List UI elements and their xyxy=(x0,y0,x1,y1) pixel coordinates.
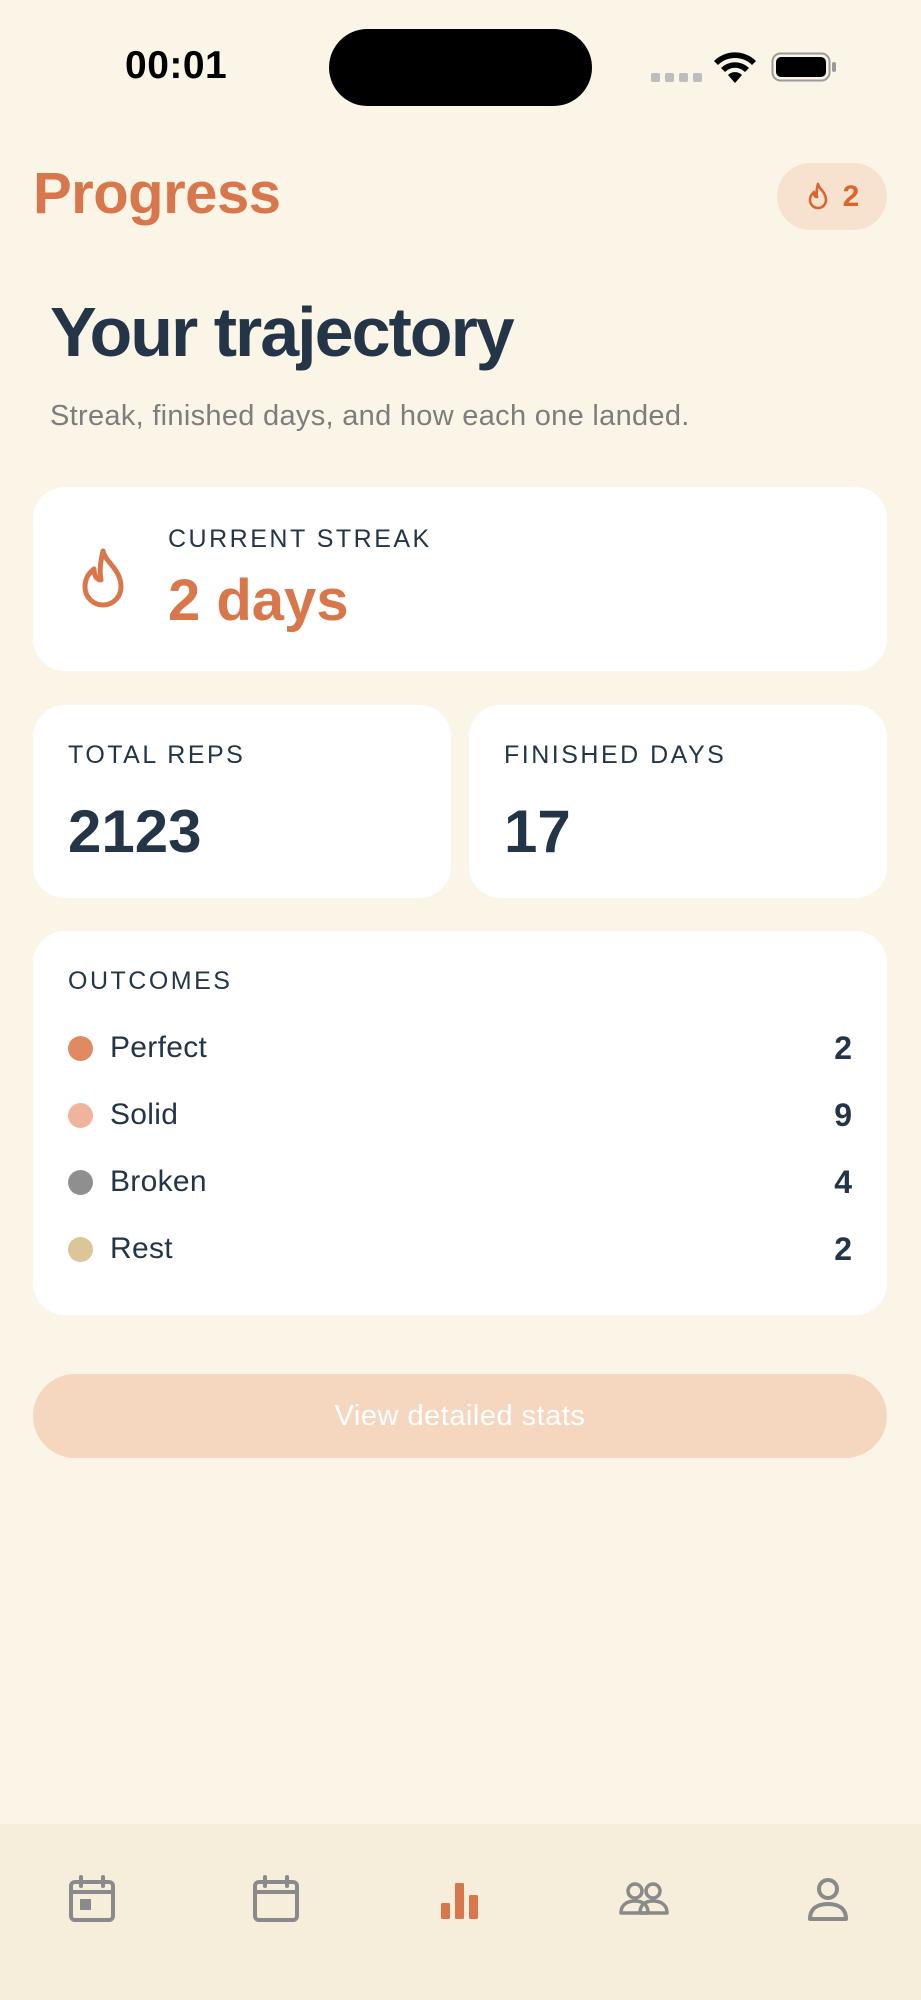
tab-community[interactable] xyxy=(599,1854,689,1944)
status-bar: 00:01 xyxy=(0,0,921,140)
outcome-count: 2 xyxy=(834,1230,852,1267)
bar-chart-icon xyxy=(441,1883,478,1919)
streak-chip-count: 2 xyxy=(842,179,860,213)
hero-title: Your trajectory xyxy=(50,293,515,371)
tab-bar xyxy=(0,1824,921,2000)
hero-subtitle: Streak, finished days, and how each one … xyxy=(50,400,690,432)
tab-profile[interactable] xyxy=(783,1854,873,1944)
current-streak-label: CURRENT STREAK xyxy=(168,525,432,553)
calendar-day-icon xyxy=(69,1875,115,1922)
outcome-count: 2 xyxy=(834,1029,852,1066)
outcome-dot-broken xyxy=(68,1169,93,1195)
total-reps-value: 2123 xyxy=(68,798,202,865)
outcomes-card: OUTCOMES Perfect 2 Solid 9 Broken 4 Rest… xyxy=(33,931,887,1315)
total-reps-card: TOTAL REPS 2123 xyxy=(33,705,451,898)
view-detailed-stats-button[interactable]: View detailed stats xyxy=(33,1374,887,1458)
outcome-dot-solid xyxy=(68,1102,93,1128)
tab-today[interactable] xyxy=(47,1854,137,1944)
person-icon xyxy=(808,1878,848,1921)
finished-days-value: 17 xyxy=(504,798,571,865)
outcome-row-broken: Broken 4 xyxy=(68,1157,852,1207)
current-streak-value: 2 days xyxy=(168,568,349,633)
outcome-row-perfect: Perfect 2 xyxy=(68,1023,852,1073)
outcome-row-solid: Solid 9 xyxy=(68,1090,852,1140)
tab-progress[interactable] xyxy=(415,1854,505,1944)
finished-days-card: FINISHED DAYS 17 xyxy=(469,705,887,898)
calendar-icon xyxy=(253,1875,299,1922)
outcome-count: 9 xyxy=(834,1096,852,1133)
outcome-name: Rest xyxy=(110,1232,173,1265)
page-title: Progress xyxy=(33,161,281,226)
status-time: 00:01 xyxy=(125,44,228,87)
people-icon xyxy=(619,1882,669,1915)
outcomes-label: OUTCOMES xyxy=(68,967,233,995)
finished-days-label: FINISHED DAYS xyxy=(504,741,727,769)
streak-chip[interactable]: 2 xyxy=(777,163,887,230)
dynamic-island xyxy=(329,29,592,106)
outcome-dot-rest xyxy=(68,1236,93,1262)
wifi-icon xyxy=(714,52,756,83)
current-streak-card: CURRENT STREAK 2 days xyxy=(33,487,887,671)
signal-icon xyxy=(651,73,702,82)
outcome-count: 4 xyxy=(834,1163,852,1200)
battery-icon xyxy=(771,52,836,82)
outcome-name: Solid xyxy=(110,1098,179,1131)
outcome-row-rest: Rest 2 xyxy=(68,1224,852,1274)
flame-icon xyxy=(82,548,124,608)
flame-icon xyxy=(808,182,827,209)
tab-calendar[interactable] xyxy=(231,1854,321,1944)
total-reps-label: TOTAL REPS xyxy=(68,741,246,769)
outcome-dot-perfect xyxy=(68,1035,93,1061)
outcome-name: Broken xyxy=(110,1165,207,1198)
outcome-name: Perfect xyxy=(110,1031,208,1064)
